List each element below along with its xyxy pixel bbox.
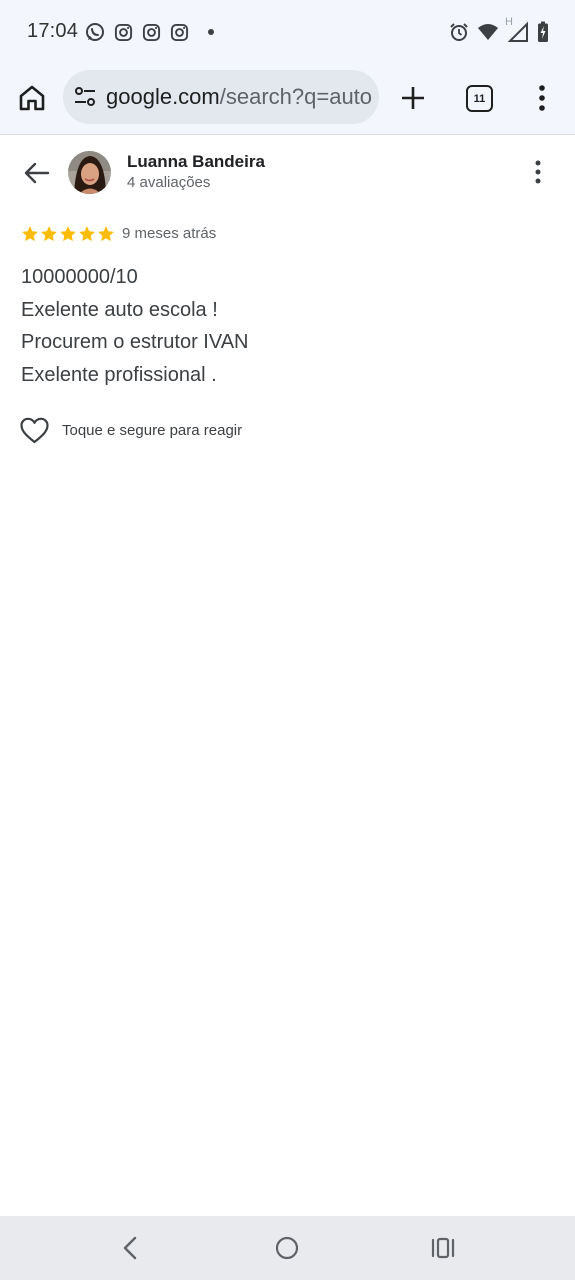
star-icon	[98, 226, 114, 242]
status-bar: 17:04 H	[0, 0, 575, 62]
reviewer-name[interactable]: Luanna Bandeira	[127, 152, 265, 172]
review-options-button[interactable]	[527, 159, 549, 185]
url-text[interactable]: google.com/search?q=auto	[106, 84, 372, 110]
alarm-icon	[450, 23, 468, 41]
review-line: Exelente auto escola !	[21, 298, 218, 321]
star-icon	[22, 226, 38, 242]
tab-switcher-button[interactable]: 11	[466, 85, 493, 112]
review-line: 10000000/10	[21, 266, 138, 288]
home-button[interactable]	[16, 82, 48, 114]
wifi-icon	[478, 24, 498, 40]
new-tab-button[interactable]	[398, 83, 428, 113]
instagram-icon	[114, 23, 133, 41]
recents-icon	[431, 1237, 455, 1259]
more-vert-icon	[535, 160, 541, 184]
home-icon	[19, 85, 45, 111]
react-button[interactable]: Toque e segure para reagir	[20, 415, 242, 445]
plus-icon	[402, 87, 424, 109]
battery-charging-icon	[538, 21, 548, 42]
site-settings-icon[interactable]	[73, 85, 97, 109]
star-rating	[21, 225, 115, 243]
star-icon	[41, 226, 57, 242]
review-line: Procurem o estrutor IVAN	[21, 331, 249, 353]
star-icon	[79, 226, 95, 242]
system-status-icons: H	[449, 16, 549, 45]
reviewer-avatar[interactable]	[68, 151, 111, 194]
arrow-back-icon	[24, 162, 50, 184]
review-body: 10000000/10 Exelente auto escola ! Procu…	[21, 261, 248, 391]
chevron-left-icon	[123, 1236, 137, 1260]
browser-menu-button[interactable]	[531, 83, 553, 113]
heart-icon	[20, 417, 49, 443]
reviewer-review-count: 4 avaliações	[127, 174, 211, 191]
star-icon	[60, 226, 76, 242]
url-path: /search?q=auto	[219, 84, 373, 109]
system-nav-bar	[0, 1216, 575, 1280]
instagram-icon	[142, 23, 161, 41]
dot-icon	[208, 29, 214, 35]
circle-home-icon	[275, 1236, 299, 1260]
browser-toolbar: google.com/search?q=auto 11	[0, 62, 575, 135]
notification-icons	[85, 20, 218, 44]
nav-home-button[interactable]	[275, 1236, 299, 1265]
nav-recents-button[interactable]	[430, 1236, 456, 1265]
more-vert-icon	[539, 85, 545, 111]
status-time: 17:04	[27, 20, 79, 42]
address-bar[interactable]: google.com/search?q=auto	[63, 70, 379, 124]
instagram-icon	[170, 23, 189, 41]
review-line: Exelente profissional .	[21, 363, 217, 386]
signal-icon: H	[505, 16, 529, 43]
react-hint-label: Toque e segure para reagir	[62, 421, 243, 439]
whatsapp-icon	[86, 23, 104, 41]
review-date: 9 meses atrás	[122, 225, 217, 242]
back-button[interactable]	[22, 158, 52, 188]
url-host: google.com	[106, 84, 220, 109]
nav-back-button[interactable]	[118, 1234, 142, 1267]
